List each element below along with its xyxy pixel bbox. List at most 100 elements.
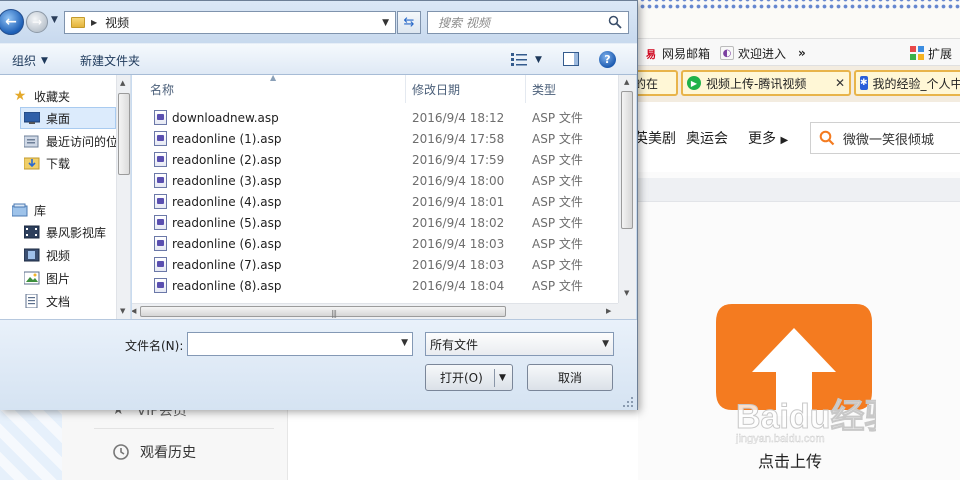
history-dropdown-icon[interactable]: ▼ [51,15,58,25]
file-row[interactable]: readonline (6).asp 2016/9/4 18:03 ASP 文件 [132,233,602,254]
nav-item-videos[interactable]: 视频 [24,244,130,266]
asp-file-icon [154,152,167,167]
document-folder-icon [24,294,40,308]
download-folder-icon [24,156,40,170]
clock-icon [113,444,129,460]
library-icon [12,203,28,217]
file-horizontal-scrollbar[interactable]: ◀ ||| ▶ [132,303,618,319]
filename-input[interactable]: ▼ [187,332,413,356]
baidu-paw-icon: ✱ [860,76,868,90]
nav-item-pictures[interactable]: 图片 [24,267,130,289]
resize-grip-icon[interactable] [622,396,634,408]
grip-icon: ||| [331,309,337,318]
nav-item-documents[interactable]: 文档 [24,290,130,312]
browser-tab-3[interactable]: ✱ 我的经验_个人中 [854,70,960,96]
column-headers: 名称 ▲ 修改日期 类型 [132,75,620,103]
file-horizontal-scroll-thumb[interactable]: ||| [140,306,506,318]
nav-item-recent[interactable]: 最近访问的位 [24,130,130,152]
browser-tab-2[interactable]: ▶ 视频上传-腾讯视频 ✕ [681,70,851,96]
upload-label[interactable]: 点击上传 [758,448,822,472]
extensions-button[interactable]: 扩展 [910,43,952,63]
search-icon[interactable] [608,15,622,29]
nav-link-more[interactable]: 更多 ▶ [748,128,788,148]
file-name: readonline (2).asp [172,152,282,167]
sidebar-item-history[interactable]: 观看历史 [112,442,196,462]
file-date: 2016/9/4 17:58 [412,131,505,146]
help-icon[interactable]: ? [599,51,616,68]
address-bar[interactable]: ▶ 视频 ▼ [64,11,396,34]
search-icon [819,130,835,146]
nav-link-2[interactable]: 奥运会 [686,128,728,148]
file-type: ASP 文件 [532,258,583,272]
arrow-left-icon: ← [5,14,17,30]
nav-item-favorites[interactable]: ★ 收藏夹 [12,85,128,107]
new-folder-button[interactable]: 新建文件夹 [80,52,140,69]
nav-item-video-library[interactable]: 暴风影视库 [24,221,130,243]
browser-tab-strip: 的在 ▶ 视频上传-腾讯视频 ✕ ✱ 我的经验_个人中 [628,66,960,102]
address-dropdown-icon[interactable]: ▼ [382,18,389,28]
back-button[interactable]: ← [0,9,24,35]
nav-item-desktop[interactable]: 桌面 [20,107,116,129]
file-date: 2016/9/4 17:59 [412,152,505,167]
organize-button[interactable]: 组织 ▼ [12,52,48,69]
nav-item-downloads[interactable]: 下载 [24,152,130,174]
file-vertical-scrollbar[interactable]: ▲ ▼ [618,75,636,303]
arrow-right-icon: → [31,15,43,29]
view-options-dropdown-icon[interactable]: ▼ [535,55,542,65]
filetype-select[interactable]: 所有文件 ▼ [425,332,614,356]
file-type: ASP 文件 [532,132,583,146]
nav-scrollbar[interactable]: ▲ ▼ [116,75,130,319]
watermark-url: jingyan.baidu.com [735,433,825,444]
close-tab-icon[interactable]: ✕ [835,76,845,90]
column-header-date[interactable]: 修改日期 [404,75,526,103]
file-row[interactable]: downloadnew.asp 2016/9/4 18:12 ASP 文件 [132,107,602,128]
filename-dropdown-icon[interactable]: ▼ [401,338,408,348]
file-row[interactable]: readonline (1).asp 2016/9/4 17:58 ASP 文件 [132,128,602,149]
file-name: readonline (5).asp [172,215,282,230]
caret-right-icon: ▶ [780,135,789,146]
breadcrumb-arrow-icon[interactable]: ▶ [91,18,97,27]
chevron-down-icon: ▼ [41,55,48,66]
more-favorites-button[interactable]: » [798,43,806,63]
file-row[interactable]: readonline (3).asp 2016/9/4 18:00 ASP 文件 [132,170,602,191]
file-list-pane: 名称 ▲ 修改日期 类型 downloadnew.asp 2016/9/4 18:… [132,75,636,319]
refresh-button[interactable]: ⇆ [397,11,421,34]
scroll-down-icon[interactable]: ▼ [624,289,629,297]
nav-scroll-thumb[interactable] [118,93,130,175]
file-vertical-scroll-thumb[interactable] [621,91,633,229]
favorite-welcome[interactable]: ◐ 欢迎进入 [720,43,786,63]
scroll-up-icon[interactable]: ▲ [120,79,125,87]
scroll-left-icon[interactable]: ◀ [132,307,136,315]
asp-file-icon [154,236,167,251]
file-row[interactable]: readonline (4).asp 2016/9/4 18:01 ASP 文件 [132,191,602,212]
cancel-button[interactable]: 取消 [527,364,613,391]
file-name: readonline (8).asp [172,278,282,293]
file-row[interactable]: readonline (2).asp 2016/9/4 17:59 ASP 文件 [132,149,602,170]
change-view-icon[interactable] [511,52,527,66]
scroll-up-icon[interactable]: ▲ [624,78,629,86]
forward-button[interactable]: → [26,11,48,33]
scroll-down-icon[interactable]: ▼ [120,307,125,315]
file-date: 2016/9/4 18:03 [412,257,505,272]
address-row: ← → ▼ ▶ 视频 ▼ ⇆ 搜索 视频 [0,1,637,43]
nav-link-1[interactable]: 英美剧 [634,128,676,148]
breadcrumb-current[interactable]: 视频 [105,14,129,31]
preview-pane-icon[interactable] [563,52,579,66]
scroll-right-icon[interactable]: ▶ [606,307,611,315]
asp-file-icon [154,257,167,272]
open-options-dropdown-icon[interactable]: ▼ [499,373,506,383]
navigation-pane: ★ 收藏夹 桌面 最近访问的位 下载 库 暴风影视库 视频 图片 文档 ▲ ▼ [0,75,131,319]
file-row[interactable]: readonline (5).asp 2016/9/4 18:02 ASP 文件 [132,212,602,233]
asp-file-icon [154,278,167,293]
file-type: ASP 文件 [532,195,583,209]
file-date: 2016/9/4 18:02 [412,215,505,230]
file-row[interactable]: readonline (7).asp 2016/9/4 18:03 ASP 文件 [132,254,602,275]
nav-item-libraries[interactable]: 库 [12,199,128,221]
upload-icon[interactable]: Baidu经验 jingyan.baidu.com [712,296,876,444]
favorite-netease-mail[interactable]: 易 网易邮箱 [644,43,710,63]
site-search-box[interactable]: 微微一笑很倾城 [810,122,960,154]
file-row[interactable]: readonline (8).asp 2016/9/4 18:04 ASP 文件 [132,275,602,296]
search-input[interactable]: 搜索 视频 [427,11,629,34]
file-type: ASP 文件 [532,237,583,251]
column-header-type[interactable]: 类型 [524,75,620,103]
